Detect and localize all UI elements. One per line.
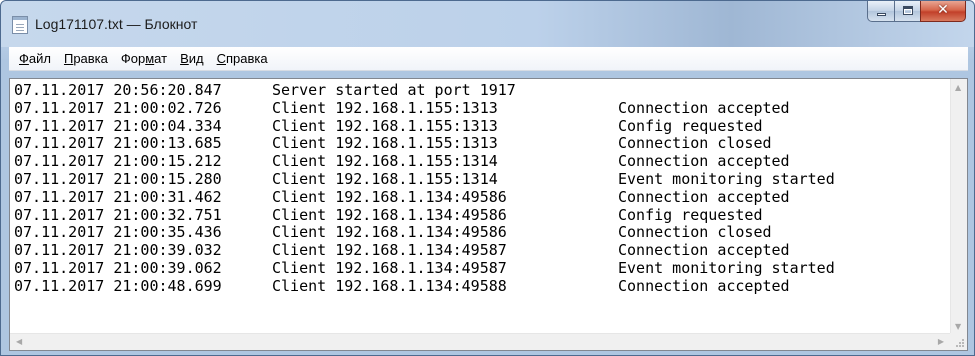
log-line: 07.11.2017 21:00:39.062 Client 192.168.1.… (14, 258, 950, 278)
menu-view[interactable]: Вид (174, 51, 211, 66)
scroll-down-icon[interactable]: ▼ (955, 322, 961, 331)
log-source: Client 192.168.1.155:1313 (272, 116, 498, 135)
menu-help[interactable]: Справка (211, 51, 275, 66)
log-line: 07.11.2017 21:00:32.751 Client 192.168.1.… (14, 205, 950, 225)
log-source: Client 192.168.1.134:49586 (272, 187, 507, 206)
text-area[interactable]: 07.11.2017 20:56:20.847 Server started at… (10, 79, 950, 334)
vertical-scrollbar[interactable]: ▲ ▼ (950, 79, 967, 334)
resize-grip-icon[interactable] (950, 333, 967, 350)
menu-file-label: айл (28, 51, 51, 66)
log-line: 07.11.2017 21:00:48.699 Client 192.168.1.… (14, 276, 950, 296)
window-title: Log171107.txt — Блокнот (35, 16, 198, 32)
minimize-icon (877, 13, 886, 16)
log-timestamp: 07.11.2017 21:00:35.436 (14, 223, 222, 242)
log-timestamp: 07.11.2017 21:00:02.726 (14, 98, 222, 117)
log-source: Client 192.168.1.155:1314 (272, 152, 498, 171)
maximize-icon (903, 6, 913, 15)
log-message: Config requested (618, 116, 763, 135)
log-timestamp: 07.11.2017 21:00:32.751 (14, 205, 222, 224)
log-timestamp: 07.11.2017 21:00:31.462 (14, 187, 222, 206)
log-source: Server started at port 1917 (272, 81, 516, 99)
menu-view-accel: В (180, 51, 189, 66)
log-line: 07.11.2017 21:00:31.462 Client 192.168.1.… (14, 187, 950, 207)
log-message: Connection accepted (618, 98, 790, 117)
log-timestamp: 07.11.2017 21:00:15.280 (14, 169, 222, 188)
log-timestamp: 07.11.2017 21:00:04.334 (14, 116, 222, 135)
scroll-left-icon[interactable]: ◀ (16, 337, 22, 346)
close-icon: ✕ (937, 2, 949, 18)
log-timestamp: 07.11.2017 21:00:39.062 (14, 258, 222, 277)
log-message: Connection accepted (618, 241, 790, 260)
menu-format-pre: Фор (120, 51, 146, 66)
log-timestamp: 07.11.2017 21:00:15.212 (14, 152, 222, 171)
notepad-icon[interactable] (12, 16, 28, 34)
menu-edit-label: равка (73, 51, 108, 66)
maximize-button[interactable] (894, 1, 920, 22)
log-message: Connection closed (618, 134, 772, 153)
menu-help-label: правка (226, 51, 268, 66)
log-source: Client 192.168.1.134:49588 (272, 276, 507, 295)
log-message: Connection closed (618, 223, 772, 242)
menu-bar: Файл Правка Формат Вид Справка (9, 47, 968, 71)
log-message: Config requested (618, 205, 763, 224)
menu-edit[interactable]: Правка (58, 51, 115, 66)
log-line: 07.11.2017 21:00:04.334 Client 192.168.1.… (14, 116, 950, 136)
log-source: Client 192.168.1.155:1313 (272, 134, 498, 153)
log-message: Connection accepted (618, 187, 790, 206)
log-line: 07.11.2017 21:00:02.726 Client 192.168.1.… (14, 98, 950, 118)
notepad-window: Log171107.txt — Блокнот ✕ Файл Правка Фо… (0, 0, 975, 356)
log-source: Client 192.168.1.134:49586 (272, 223, 507, 242)
scroll-right-icon[interactable]: ▶ (938, 337, 944, 346)
close-button[interactable]: ✕ (920, 1, 966, 22)
log-line: 07.11.2017 21:00:39.032 Client 192.168.1.… (14, 241, 950, 260)
menu-help-accel: С (216, 51, 226, 66)
scroll-up-icon[interactable]: ▲ (955, 83, 961, 92)
log-line: 07.11.2017 21:00:15.280 Client 192.168.1.… (14, 169, 950, 189)
log-source: Client 192.168.1.134:49587 (272, 258, 507, 277)
minimize-button[interactable] (867, 1, 894, 22)
title-bar[interactable]: Log171107.txt — Блокнот ✕ (1, 1, 974, 47)
log-line: 07.11.2017 20:56:20.847 Server started at… (14, 81, 950, 100)
log-line: 07.11.2017 21:00:15.212 Client 192.168.1.… (14, 152, 950, 171)
menu-file[interactable]: Файл (13, 51, 58, 66)
menu-format-accel: м (145, 51, 155, 66)
menu-edit-accel: П (63, 51, 74, 66)
log-source: Client 192.168.1.134:49586 (272, 205, 507, 224)
log-message: Event monitoring started (618, 169, 835, 188)
horizontal-scrollbar[interactable]: ◀ ▶ (10, 333, 950, 350)
menu-format-label: ат (154, 51, 168, 66)
log-line: 07.11.2017 21:00:35.436 Client 192.168.1.… (14, 223, 950, 242)
menu-format[interactable]: Формат (115, 51, 174, 66)
log-timestamp: 07.11.2017 21:00:13.685 (14, 134, 222, 153)
log-source: Client 192.168.1.134:49587 (272, 241, 507, 260)
caption-buttons: ✕ (867, 1, 966, 23)
log-timestamp: 07.11.2017 21:00:48.699 (14, 276, 222, 295)
log-source: Client 192.168.1.155:1313 (272, 98, 498, 117)
log-line: 07.11.2017 21:00:13.685 Client 192.168.1.… (14, 134, 950, 153)
log-timestamp: 07.11.2017 20:56:20.847 (14, 81, 222, 99)
log-message: Connection accepted (618, 152, 790, 171)
log-message: Connection accepted (618, 276, 790, 295)
log-message: Event monitoring started (618, 258, 835, 277)
menu-file-accel: Ф (19, 51, 29, 66)
menu-view-label: ид (188, 51, 204, 66)
log-timestamp: 07.11.2017 21:00:39.032 (14, 241, 222, 260)
log-source: Client 192.168.1.155:1314 (272, 169, 498, 188)
editor[interactable]: 07.11.2017 20:56:20.847 Server started at… (9, 78, 968, 351)
